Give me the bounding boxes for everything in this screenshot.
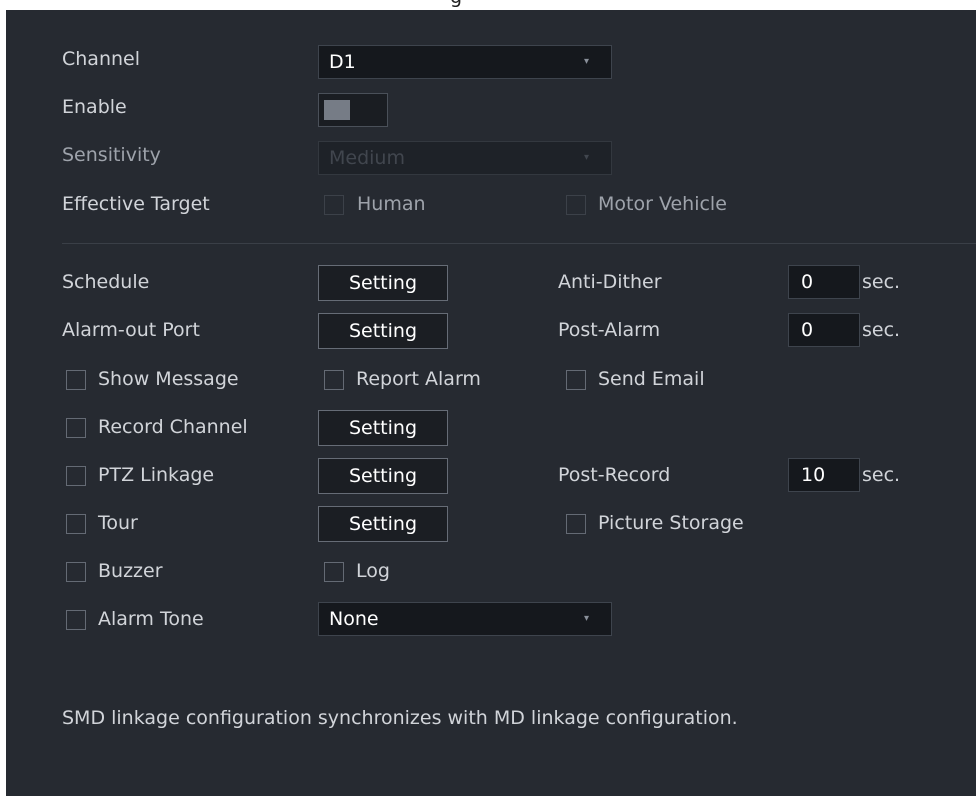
- schedule-setting-button[interactable]: Setting: [318, 265, 448, 301]
- window-title-text: g: [450, 0, 462, 8]
- effective-target-label: Effective Target: [62, 193, 210, 215]
- channel-select[interactable]: D1 ▾: [318, 45, 612, 79]
- alarm-tone-checkbox[interactable]: [66, 610, 86, 630]
- chevron-down-icon: ▾: [583, 152, 589, 163]
- anti-dither-label: Anti-Dither: [558, 271, 662, 293]
- linkage-sync-note: SMD linkage configuration synchronizes w…: [62, 707, 738, 729]
- post-alarm-input[interactable]: 0: [788, 313, 860, 347]
- post-alarm-label: Post-Alarm: [558, 319, 661, 341]
- ptz-linkage-setting-button[interactable]: Setting: [318, 458, 448, 494]
- show-message-checkbox[interactable]: [66, 370, 86, 390]
- motor-vehicle-checkbox[interactable]: [566, 195, 586, 215]
- alarm-out-setting-button[interactable]: Setting: [318, 313, 448, 349]
- smd-settings-panel: [6, 10, 976, 796]
- log-label: Log: [356, 560, 390, 582]
- show-message-label: Show Message: [98, 368, 239, 390]
- buzzer-checkbox[interactable]: [66, 562, 86, 582]
- alarm-tone-select-value: None: [329, 608, 379, 630]
- ptz-linkage-label: PTZ Linkage: [98, 464, 215, 486]
- send-email-checkbox[interactable]: [566, 370, 586, 390]
- record-channel-setting-button[interactable]: Setting: [318, 410, 448, 446]
- alarm-out-port-label: Alarm-out Port: [62, 319, 200, 341]
- record-channel-label: Record Channel: [98, 416, 248, 438]
- schedule-label: Schedule: [62, 271, 150, 293]
- picture-storage-label: Picture Storage: [598, 512, 744, 534]
- channel-select-value: D1: [329, 51, 356, 73]
- record-channel-checkbox[interactable]: [66, 418, 86, 438]
- anti-dither-unit: sec.: [862, 271, 901, 293]
- channel-label: Channel: [62, 48, 141, 70]
- human-checkbox[interactable]: [324, 195, 344, 215]
- tour-checkbox[interactable]: [66, 514, 86, 534]
- section-divider: [62, 243, 976, 244]
- log-checkbox[interactable]: [324, 562, 344, 582]
- motor-vehicle-label: Motor Vehicle: [598, 193, 727, 215]
- window-title-fragment: g: [450, 0, 570, 10]
- anti-dither-input[interactable]: 0: [788, 265, 860, 299]
- tour-label: Tour: [98, 512, 138, 534]
- alarm-tone-label: Alarm Tone: [98, 608, 204, 630]
- enable-label: Enable: [62, 96, 127, 118]
- report-alarm-checkbox[interactable]: [324, 370, 344, 390]
- report-alarm-label: Report Alarm: [356, 368, 481, 390]
- picture-storage-checkbox[interactable]: [566, 514, 586, 534]
- human-label: Human: [357, 193, 426, 215]
- alarm-tone-select[interactable]: None ▾: [318, 602, 612, 636]
- tour-setting-button[interactable]: Setting: [318, 506, 448, 542]
- sensitivity-select: Medium ▾: [318, 141, 612, 175]
- ptz-linkage-checkbox[interactable]: [66, 466, 86, 486]
- buzzer-label: Buzzer: [98, 560, 163, 582]
- sensitivity-label: Sensitivity: [62, 144, 161, 166]
- post-record-label: Post-Record: [558, 464, 671, 486]
- sensitivity-select-value: Medium: [329, 147, 405, 169]
- enable-toggle[interactable]: [318, 93, 388, 127]
- post-alarm-unit: sec.: [862, 319, 901, 341]
- chevron-down-icon: ▾: [583, 56, 589, 67]
- send-email-label: Send Email: [598, 368, 705, 390]
- post-record-unit: sec.: [862, 464, 901, 486]
- toggle-knob: [324, 100, 350, 120]
- post-record-input[interactable]: 10: [788, 458, 860, 492]
- chevron-down-icon: ▾: [583, 613, 589, 624]
